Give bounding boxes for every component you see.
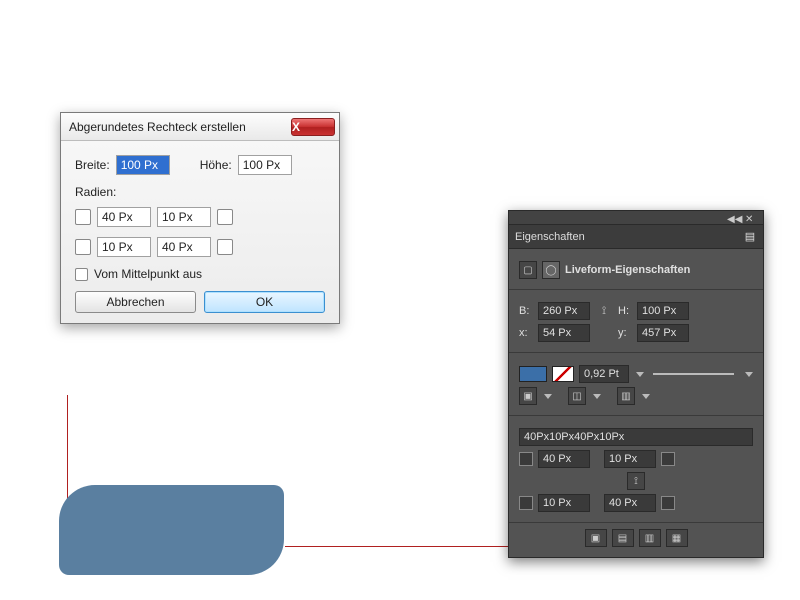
liveshape-heading: Liveform-Eigenschaften [565, 264, 690, 276]
w-label: B: [519, 305, 533, 317]
from-center-checkbox[interactable] [75, 268, 88, 281]
pathop-subtract-icon[interactable]: ▤ [612, 529, 634, 547]
radii-summary-input[interactable]: 40Px10Px40Px10Px [519, 428, 753, 446]
ok-button[interactable]: OK [204, 291, 325, 313]
panel-radius-bl[interactable]: 10 Px [538, 494, 590, 512]
radius-bl-input[interactable]: 10 Px [97, 237, 151, 257]
w-input[interactable]: 260 Px [538, 302, 590, 320]
height-label: Höhe: [200, 158, 232, 172]
fill-stroke-section: 0,92 Pt ▣ ◫ ▥ [509, 353, 763, 416]
close-icon: X [292, 121, 334, 133]
dialog-title: Abgerundetes Rechteck erstellen [69, 120, 291, 134]
radius-br-input[interactable]: 40 Px [157, 237, 211, 257]
dropdown-icon[interactable] [544, 394, 552, 399]
corner-radii-section: 40Px10Px40Px10Px 40 Px 10 Px ⟟ 10 Px 40 … [509, 416, 763, 523]
liveshape-header: ▢ ◯ Liveform-Eigenschaften [509, 249, 763, 290]
corner-tl-toggle[interactable] [519, 452, 533, 466]
width-label: Breite: [75, 158, 110, 172]
width-input[interactable]: 100 Px [116, 155, 170, 175]
corner-br-toggle[interactable] [661, 496, 675, 510]
rounded-rect-shape[interactable] [59, 485, 284, 575]
dialog-body: Breite: 100 Px Höhe: 100 Px Radien: 40 P… [61, 141, 339, 323]
corner-tr-checkbox[interactable] [217, 209, 233, 225]
panel-radius-br[interactable]: 40 Px [604, 494, 656, 512]
link-wh-icon[interactable]: ⟟ [595, 305, 613, 318]
h-label: H: [618, 305, 632, 317]
corner-bl-checkbox[interactable] [75, 239, 91, 255]
more-options-button[interactable]: ▥ [617, 387, 635, 405]
close-button[interactable]: X [291, 118, 335, 136]
corner-br-checkbox[interactable] [217, 239, 233, 255]
panel-radius-tr[interactable]: 10 Px [604, 450, 656, 468]
pathop-intersect-icon[interactable]: ▥ [639, 529, 661, 547]
corner-bl-toggle[interactable] [519, 496, 533, 510]
pathfinder-row: ▣ ▤ ▥ ▦ [509, 523, 763, 557]
pathop-unite-icon[interactable]: ▣ [585, 529, 607, 547]
path-options-button[interactable]: ◫ [568, 387, 586, 405]
dropdown-icon[interactable] [636, 372, 644, 377]
panel-topbar[interactable]: ◀◀ ✕ [509, 211, 763, 225]
h-input[interactable]: 100 Px [637, 302, 689, 320]
corner-tr-toggle[interactable] [661, 452, 675, 466]
pathop-exclude-icon[interactable]: ▦ [666, 529, 688, 547]
height-input[interactable]: 100 Px [238, 155, 292, 175]
rounded-rect-dialog: Abgerundetes Rechteck erstellen X Breite… [60, 112, 340, 324]
dropdown-icon[interactable] [642, 394, 650, 399]
align-stroke-button[interactable]: ▣ [519, 387, 537, 405]
stroke-weight-input[interactable]: 0,92 Pt [579, 365, 629, 383]
dimensions-section: B: 260 Px ⟟ H: 100 Px x: 54 Px y: 457 Px [509, 290, 763, 353]
dialog-titlebar[interactable]: Abgerundetes Rechteck erstellen X [61, 113, 339, 141]
panel-radius-tl[interactable]: 40 Px [538, 450, 590, 468]
stroke-swatch[interactable] [552, 366, 574, 382]
panel-menu-icon[interactable]: ▤ [743, 230, 757, 243]
collapse-icon[interactable]: ◀◀ [727, 214, 739, 221]
dropdown-icon[interactable] [745, 372, 753, 377]
link-radii-icon[interactable]: ⟟ [627, 472, 645, 490]
corner-tl-checkbox[interactable] [75, 209, 91, 225]
dropdown-icon[interactable] [593, 394, 601, 399]
mask-icon: ◯ [542, 261, 560, 279]
fill-swatch[interactable] [519, 366, 547, 382]
close-panel-icon[interactable]: ✕ [745, 214, 757, 221]
y-input[interactable]: 457 Px [637, 324, 689, 342]
stroke-style-preview[interactable] [653, 373, 734, 375]
annotation-line [285, 546, 510, 547]
tab-properties[interactable]: Eigenschaften [515, 231, 585, 243]
radii-label: Radien: [75, 185, 325, 199]
x-label: x: [519, 327, 533, 339]
radius-tr-input[interactable]: 10 Px [157, 207, 211, 227]
panel-tabrow: Eigenschaften ▤ [509, 225, 763, 249]
from-center-label: Vom Mittelpunkt aus [94, 267, 202, 281]
x-input[interactable]: 54 Px [538, 324, 590, 342]
y-label: y: [618, 327, 632, 339]
radius-tl-input[interactable]: 40 Px [97, 207, 151, 227]
properties-panel: ◀◀ ✕ Eigenschaften ▤ ▢ ◯ Liveform-Eigens… [508, 210, 764, 558]
liveshape-icon: ▢ [519, 261, 537, 279]
cancel-button[interactable]: Abbrechen [75, 291, 196, 313]
